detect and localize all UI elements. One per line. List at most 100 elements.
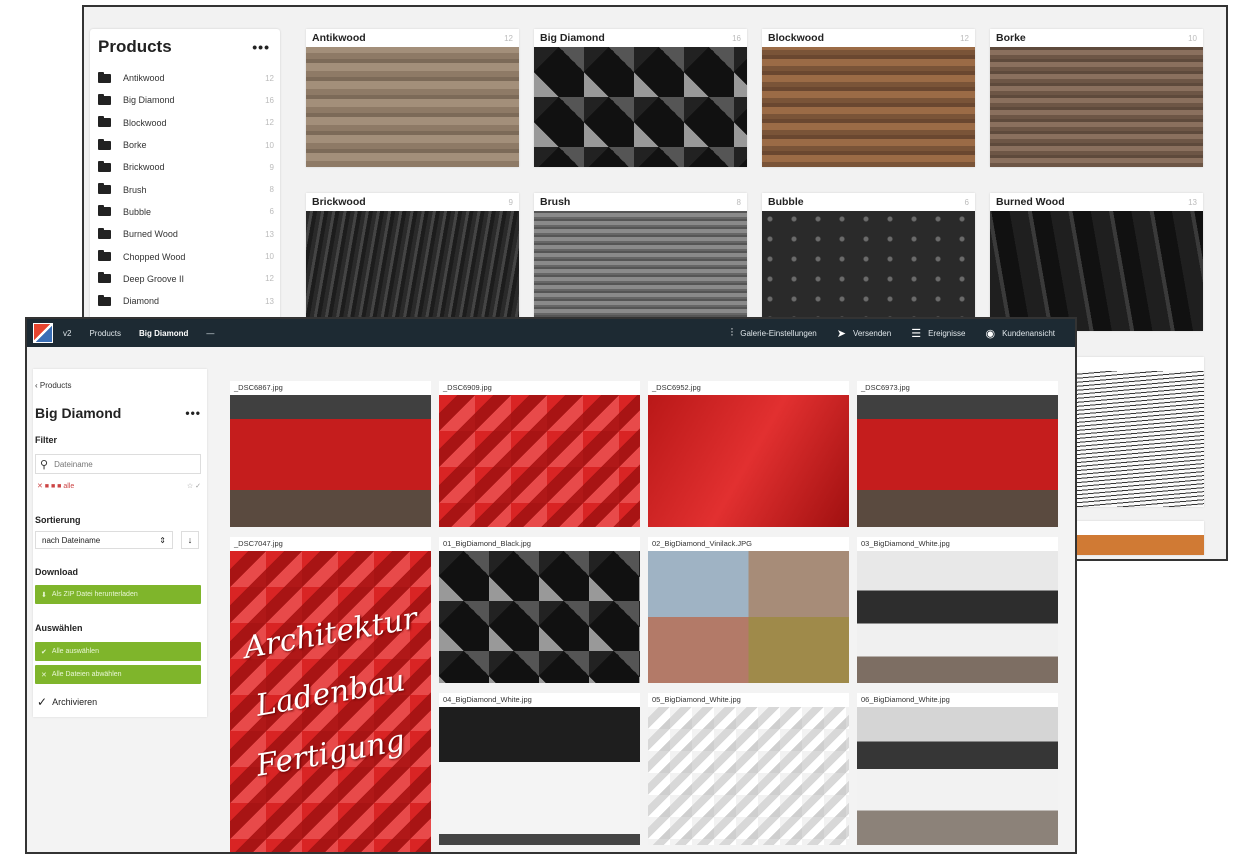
back-link[interactable]: ‹ Products <box>35 381 71 390</box>
folder-label: Bubble <box>123 206 152 217</box>
product-card[interactable]: Burned Wood 13 <box>990 193 1203 331</box>
file-name: 06_BigDiamond_White.jpg <box>861 695 950 704</box>
search-input[interactable] <box>52 458 177 470</box>
eye-icon: ◉ <box>985 327 996 340</box>
product-card[interactable] <box>1074 357 1204 507</box>
chevron-updown-icon: ⇕ <box>159 535 166 545</box>
image-thumbnail-card[interactable]: _DSC6867.jpg <box>230 381 431 527</box>
image-thumbnail-card[interactable]: 02_BigDiamond_Vinilack.JPG <box>648 537 849 683</box>
search-field[interactable]: ⚲ <box>35 454 201 474</box>
sliders-icon: ⫶ <box>730 326 734 339</box>
product-card[interactable]: Antikwood 12 <box>306 29 519 167</box>
folder-count: 9 <box>269 162 274 172</box>
folder-item[interactable]: Antikwood 12 <box>90 67 280 89</box>
button-label: Kundenansicht <box>1002 328 1055 338</box>
folder-item[interactable]: Bubble 6 <box>90 201 280 223</box>
deselect-all-button[interactable]: ✕ Alle Dateien abwählen <box>35 665 201 684</box>
image-thumbnail-card[interactable]: 06_BigDiamond_White.jpg <box>857 693 1058 845</box>
download-zip-button[interactable]: ⬇ Als ZIP Datei herunterladen <box>35 585 201 604</box>
folder-item[interactable]: Brush 8 <box>90 178 280 200</box>
product-card[interactable]: Brickwood 9 <box>306 193 519 331</box>
card-thumbnail[interactable] <box>762 211 975 331</box>
image-thumbnail-card[interactable]: _DSC6973.jpg <box>857 381 1058 527</box>
folder-label: Brickwood <box>123 162 165 173</box>
sort-select[interactable]: nach Dateiname ⇕ <box>35 531 173 549</box>
folder-item[interactable]: Burned Wood 13 <box>90 223 280 245</box>
breadcrumb-menu[interactable]: — <box>206 329 214 338</box>
image-thumbnail-card[interactable]: 01_BigDiamond_Black.jpg <box>439 537 640 683</box>
card-thumbnail[interactable] <box>990 47 1203 167</box>
product-card[interactable]: Bubble 6 <box>762 193 975 331</box>
folder-label: Big Diamond <box>123 95 175 106</box>
folder-icon <box>98 294 111 306</box>
folder-count: 8 <box>269 185 274 195</box>
card-thumbnail[interactable] <box>762 47 975 167</box>
image-thumbnail[interactable] <box>648 551 849 683</box>
breadcrumb-products[interactable]: Products <box>89 329 121 338</box>
filter-label: Filter <box>35 435 58 445</box>
card-count: 13 <box>1188 197 1197 207</box>
folder-item[interactable]: Borke 10 <box>90 134 280 156</box>
send-button[interactable]: ➤ Versenden <box>837 327 891 340</box>
image-thumbnail[interactable] <box>648 395 849 527</box>
card-title: Borke <box>996 32 1026 44</box>
archive-button[interactable]: ✓ Archivieren <box>37 695 97 709</box>
image-thumbnail[interactable] <box>648 707 849 845</box>
card-thumbnail[interactable] <box>306 211 519 331</box>
folder-item[interactable]: Brickwood 9 <box>90 156 280 178</box>
file-name: 04_BigDiamond_White.jpg <box>443 695 532 704</box>
image-thumbnail[interactable]: Architektur Ladenbau Fertigung <box>230 551 431 852</box>
search-icon: ⚲ <box>40 458 49 471</box>
color-tag-filter[interactable]: ✕ ■ ■ ■ alle <box>37 482 74 490</box>
card-thumbnail[interactable] <box>306 47 519 167</box>
image-thumbnail-card[interactable]: _DSC6952.jpg <box>648 381 849 527</box>
gallery-sidebar: ‹ Products Big Diamond ••• Filter ⚲ ✕ ■ … <box>33 369 207 717</box>
more-menu-button[interactable]: ••• <box>185 406 201 420</box>
folder-item[interactable]: Big Diamond 16 <box>90 89 280 111</box>
card-count: 12 <box>960 33 969 43</box>
sort-direction-button[interactable]: ↓ <box>181 531 199 549</box>
image-thumbnail-card[interactable]: 03_BigDiamond_White.jpg <box>857 537 1058 683</box>
image-thumbnail-card[interactable]: _DSC7047.jpg Architektur Ladenbau Fertig… <box>230 537 431 852</box>
select-all-button[interactable]: ✔ Alle auswählen <box>35 642 201 661</box>
card-thumbnail[interactable] <box>1074 371 1204 507</box>
image-thumbnail[interactable] <box>230 395 431 527</box>
customer-view-button[interactable]: ◉ Kundenansicht <box>985 327 1055 340</box>
product-card[interactable]: Blockwood 12 <box>762 29 975 167</box>
product-card[interactable]: Brush 8 <box>534 193 747 331</box>
image-thumbnail-card[interactable]: _DSC6909.jpg <box>439 381 640 527</box>
button-label: Versenden <box>852 328 892 338</box>
image-thumbnail[interactable] <box>439 395 640 527</box>
button-label: Alle auswählen <box>51 648 99 655</box>
image-thumbnail[interactable] <box>857 707 1058 845</box>
rating-filter[interactable]: ☆ ✓ <box>187 482 201 490</box>
card-thumbnail[interactable] <box>990 211 1203 331</box>
more-menu-button[interactable]: ••• <box>252 39 270 55</box>
file-name: 05_BigDiamond_White.jpg <box>652 695 741 704</box>
card-thumbnail[interactable] <box>534 47 747 167</box>
product-card[interactable]: Big Diamond 16 <box>534 29 747 167</box>
products-sidebar: Products ••• Antikwood 12 Big Diamond 16 B… <box>90 29 280 329</box>
sidebar-title: Products <box>98 37 172 56</box>
image-thumbnail[interactable] <box>857 551 1058 683</box>
card-count: 10 <box>1188 33 1197 43</box>
gallery-settings-button[interactable]: ⫶ Galerie-Einstellungen <box>730 327 816 340</box>
folder-item[interactable]: Chopped Wood 10 <box>90 245 280 267</box>
events-button[interactable]: ☰ Ereignisse <box>911 327 965 340</box>
product-card[interactable] <box>1074 521 1204 555</box>
image-thumbnail-card[interactable]: 05_BigDiamond_White.jpg <box>648 693 849 845</box>
image-thumbnail[interactable] <box>439 551 640 683</box>
folder-item[interactable]: Deep Groove II 12 <box>90 268 280 290</box>
folder-item[interactable]: Blockwood 12 <box>90 112 280 134</box>
image-thumbnail[interactable] <box>857 395 1058 527</box>
app-logo[interactable] <box>33 323 53 343</box>
image-thumbnail-card[interactable]: 04_BigDiamond_White.jpg <box>439 693 640 845</box>
folder-item[interactable]: Diamond 13 <box>90 290 280 312</box>
breadcrumb-version[interactable]: v2 <box>63 329 71 338</box>
file-name: 01_BigDiamond_Black.jpg <box>443 539 531 548</box>
file-name: 02_BigDiamond_Vinilack.JPG <box>652 539 752 548</box>
card-thumbnail[interactable] <box>1074 535 1204 555</box>
card-thumbnail[interactable] <box>534 211 747 331</box>
product-card[interactable]: Borke 10 <box>990 29 1203 167</box>
image-thumbnail[interactable] <box>439 707 640 845</box>
